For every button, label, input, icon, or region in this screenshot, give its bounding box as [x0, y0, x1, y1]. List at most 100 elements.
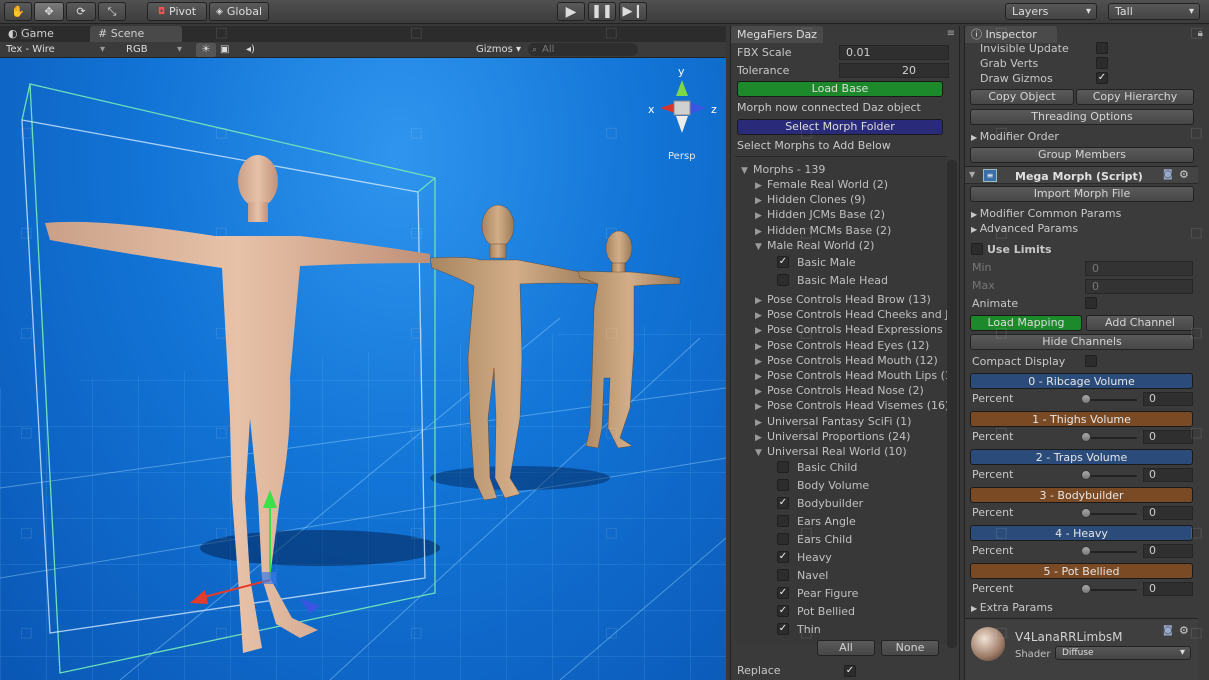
channel-header[interactable]: 4 - Heavy	[970, 525, 1193, 541]
play-button[interactable]: ▶	[557, 2, 585, 21]
slider-knob[interactable]	[1081, 432, 1091, 442]
morph-group-item[interactable]: ▶ Pose Controls Head Nose (2)	[755, 384, 924, 397]
slider-knob[interactable]	[1081, 584, 1091, 594]
morph-checkbox[interactable]: ✓	[777, 605, 789, 617]
morph-group-item[interactable]: ▶ Pose Controls Head Eyes (12)	[755, 339, 929, 352]
slider-knob[interactable]	[1081, 508, 1091, 518]
megafiers-tab[interactable]: MegaFiers Daz	[731, 26, 824, 43]
percent-field[interactable]: 0	[1143, 506, 1193, 520]
morph-checkbox[interactable]: ✓	[777, 587, 789, 599]
advanced-params-foldout[interactable]: ▶ Advanced Params	[971, 222, 1078, 235]
gear-icon[interactable]: ⚙	[1179, 168, 1189, 181]
percent-field[interactable]: 0	[1143, 430, 1193, 444]
morph-group-item[interactable]: ▶ Hidden Clones (9)	[755, 193, 866, 206]
lock-icon[interactable]: 🔒︎	[1198, 28, 1203, 39]
channel-header[interactable]: 3 - Bodybuilder	[970, 487, 1193, 503]
inspector-tab[interactable]: ⓘ Inspector	[965, 26, 1057, 43]
morph-group-item[interactable]: ▶ Universal Proportions (24)	[755, 430, 910, 443]
morph-group-item[interactable]: ▶ Universal Fantasy SciFi (1)	[755, 415, 911, 428]
percent-field[interactable]: 0	[1143, 544, 1193, 558]
fbx-scale-field[interactable]: 0.01	[839, 45, 949, 60]
morph-group-item[interactable]: ▶ Pose Controls Head Mouth Lips (1	[755, 369, 952, 382]
percent-slider[interactable]	[1081, 584, 1137, 594]
morph-checkbox[interactable]	[777, 479, 789, 491]
percent-field[interactable]: 0	[1143, 392, 1193, 406]
morph-group-item[interactable]: ▶ Pose Controls Head Cheeks and J	[755, 308, 948, 321]
slider-knob[interactable]	[1081, 394, 1091, 404]
morphs-header[interactable]: ▼ Morphs - 139	[741, 163, 825, 176]
extra-params-foldout[interactable]: ▶ Extra Params	[971, 601, 1053, 614]
morph-checkbox[interactable]	[777, 274, 789, 286]
select-all-button[interactable]: All	[817, 640, 875, 656]
morph-checkbox[interactable]	[777, 461, 789, 473]
percent-field[interactable]: 0	[1143, 468, 1193, 482]
add-channel-button[interactable]: Add Channel	[1086, 315, 1194, 331]
tolerance-field[interactable]: 20	[839, 63, 949, 78]
min-field[interactable]: 0	[1085, 261, 1193, 276]
morph-checkbox[interactable]	[777, 533, 789, 545]
max-field[interactable]: 0	[1085, 279, 1193, 294]
morph-checkbox[interactable]: ✓	[777, 623, 789, 635]
slider-knob[interactable]	[1081, 546, 1091, 556]
copy-hierarchy-button[interactable]: Copy Hierarchy	[1076, 89, 1194, 105]
modifier-order-foldout[interactable]: ▶ Modifier Order	[971, 130, 1059, 143]
slider-knob[interactable]	[1081, 470, 1091, 480]
copy-object-button[interactable]: Copy Object	[970, 89, 1074, 105]
audio-icon[interactable]: ◂)	[246, 43, 255, 57]
threading-options-button[interactable]: Threading Options	[970, 109, 1194, 125]
help-icon[interactable]: ◙	[1163, 169, 1173, 180]
orientation-gizmo[interactable]: y x z Persp	[648, 65, 717, 162]
mega-morph-header[interactable]: ▼ ≡ Mega Morph (Script) ◙ ⚙	[965, 166, 1198, 184]
morph-group-item[interactable]: ▶ Pose Controls Head Brow (13)	[755, 293, 931, 306]
morph-checkbox[interactable]: ✓	[777, 256, 789, 268]
layout-dropdown[interactable]: Tall	[1108, 3, 1200, 20]
morph-group-item[interactable]: ▼ Universal Real World (10)	[755, 445, 907, 458]
move-tool-button[interactable]: ✥	[34, 2, 64, 21]
morph-checkbox[interactable]	[777, 515, 789, 527]
replace-checkbox[interactable]: ✓	[844, 665, 856, 677]
percent-slider[interactable]	[1081, 508, 1137, 518]
rotate-tool-button[interactable]: ⟳	[66, 2, 96, 21]
grab-verts-checkbox[interactable]	[1096, 57, 1108, 69]
tab-scene[interactable]: # Scene	[90, 26, 182, 42]
percent-slider[interactable]	[1081, 470, 1137, 480]
scene-search-input[interactable]: All	[528, 43, 638, 56]
global-toggle[interactable]: ◈ Global	[209, 2, 269, 21]
channel-header[interactable]: 5 - Pot Bellied	[970, 563, 1193, 579]
morph-group-item[interactable]: ▶ Pose Controls Head Expressions (	[755, 323, 950, 336]
modifier-common-params-foldout[interactable]: ▶ Modifier Common Params	[971, 207, 1121, 220]
percent-slider[interactable]	[1081, 432, 1137, 442]
animate-checkbox[interactable]	[1085, 297, 1097, 309]
draw-gizmos-checkbox[interactable]: ✓	[1096, 72, 1108, 84]
morph-group-item[interactable]: ▶ Pose Controls Head Visemes (16)	[755, 399, 949, 412]
morph-checkbox[interactable]	[777, 569, 789, 581]
morph-group-item[interactable]: ▶ Female Real World (2)	[755, 178, 888, 191]
morph-group-item[interactable]: ▶ Hidden MCMs Base (2)	[755, 224, 891, 237]
panel-menu-icon[interactable]: ≡	[947, 28, 955, 39]
morph-checkbox[interactable]: ✓	[777, 497, 789, 509]
select-none-button[interactable]: None	[881, 640, 939, 656]
scene-viewport[interactable]: y x z Persp	[0, 58, 726, 680]
scene-canvas[interactable]: y x z Persp	[0, 58, 726, 680]
channel-header[interactable]: 2 - Traps Volume	[970, 449, 1193, 465]
color-mode-dropdown[interactable]: RGB	[126, 43, 148, 57]
morph-group-item[interactable]: ▶ Pose Controls Head Mouth (12)	[755, 354, 938, 367]
hand-tool-button[interactable]: ✋	[4, 2, 32, 21]
tab-game[interactable]: ◐ Game	[0, 26, 62, 42]
compact-display-checkbox[interactable]	[1085, 355, 1097, 367]
render-mode-dropdown[interactable]: Tex - Wire	[6, 43, 55, 57]
material-gear-icon[interactable]: ⚙	[1179, 624, 1189, 637]
morph-group-item[interactable]: ▶ Hidden JCMs Base (2)	[755, 208, 885, 221]
image-effects-icon[interactable]: ▣	[220, 43, 229, 57]
scale-tool-button[interactable]: ⤡	[98, 2, 126, 21]
invisible-update-checkbox[interactable]	[1096, 42, 1108, 54]
use-limits-checkbox[interactable]	[971, 243, 983, 255]
import-morph-file-button[interactable]: Import Morph File	[970, 186, 1194, 202]
load-base-button[interactable]: Load Base	[737, 81, 943, 97]
group-members-button[interactable]: Group Members	[970, 147, 1194, 163]
material-help-icon[interactable]: ◙	[1163, 625, 1173, 636]
percent-slider[interactable]	[1081, 546, 1137, 556]
gizmos-dropdown[interactable]: Gizmos ▾	[476, 43, 521, 57]
percent-field[interactable]: 0	[1143, 582, 1193, 596]
morph-group-item[interactable]: ▼ Male Real World (2)	[755, 239, 874, 252]
